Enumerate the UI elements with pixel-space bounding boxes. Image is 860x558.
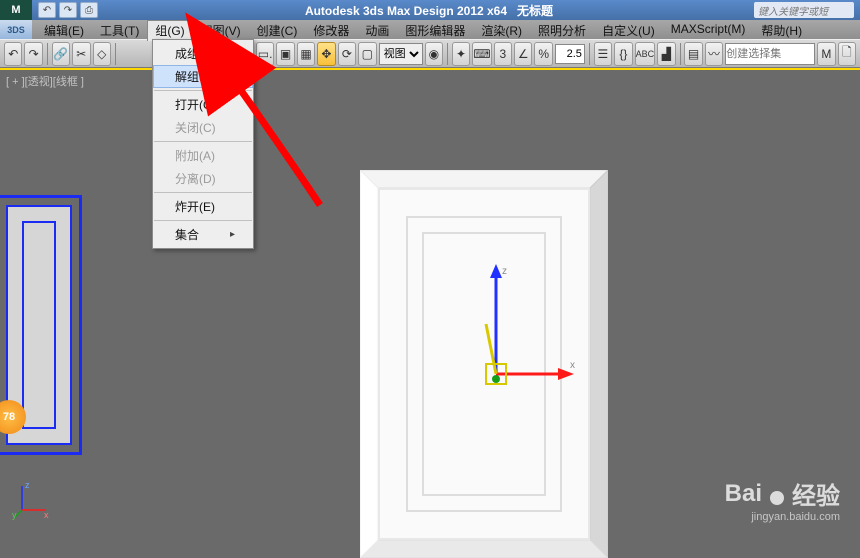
annotation-arrow (210, 45, 350, 220)
axis-x-label: x (570, 360, 575, 371)
layer-icon[interactable]: ▤ (684, 42, 702, 66)
link-button[interactable]: 🔗 (52, 42, 70, 66)
redo-button[interactable]: ↷ (24, 42, 42, 66)
viewport[interactable]: [ + ][透视][线框 ] z x (0, 68, 860, 543)
menu-item[interactable]: 帮助(H) (753, 20, 810, 41)
main-toolbar: ↶ ↷ 🔗 ✂ ◇ ▭ ▭. ▣ ▦ ✥ ⟳ ▢ 视图 ◉ ✦ ⌨ 3 ∠ % … (0, 39, 860, 68)
use-center-button[interactable]: ◉ (425, 42, 443, 66)
menu-item[interactable]: 修改器 (305, 20, 357, 41)
viewport-label[interactable]: [ + ][透视][线框 ] (6, 73, 84, 89)
percent-snap-button[interactable]: % (534, 42, 552, 66)
ref-coord-system-select[interactable]: 视图 (379, 43, 423, 65)
spinner-snap-value[interactable] (555, 44, 585, 64)
qat-btn[interactable]: ⎙ (80, 2, 98, 18)
qat-undo[interactable]: ↶ (38, 2, 56, 18)
menu-item[interactable]: 创建(C) (249, 20, 306, 41)
menu-item[interactable]: 动画 (357, 20, 397, 41)
named-sets-button[interactable]: ☰ (594, 42, 612, 66)
quick-access-toolbar: ↶ ↷ ⎙ (32, 2, 104, 18)
menu-item[interactable]: 视图(V) (193, 20, 249, 41)
qat-redo[interactable]: ↷ (59, 2, 77, 18)
material-editor-button[interactable]: M (817, 42, 835, 66)
select-scale-button[interactable]: ▢ (358, 42, 376, 66)
search-help-input[interactable]: 键入关键字或短 (754, 2, 854, 18)
snap-toggle-button[interactable]: 3 (494, 42, 512, 66)
menu-item[interactable]: 编辑(E) (36, 20, 92, 41)
menu-item[interactable]: 自定义(U) (594, 20, 663, 41)
abc-icon[interactable]: ABC (635, 42, 656, 66)
manipulate-button[interactable]: ✦ (452, 42, 470, 66)
menu-item[interactable]: MAXScript(M) (663, 20, 754, 41)
mirror-button[interactable]: ▟ (657, 42, 675, 66)
undo-button[interactable]: ↶ (4, 42, 22, 66)
paw-icon (766, 483, 788, 505)
watermark: Bai经验 jingyan.baidu.com (725, 476, 840, 523)
svg-text:x: x (44, 510, 49, 520)
angle-snap-button[interactable]: ∠ (514, 42, 532, 66)
move-gizmo[interactable]: z x (466, 264, 586, 394)
menu-separator (154, 220, 252, 221)
app-logo[interactable]: M (0, 0, 32, 20)
menu-item[interactable]: 图形编辑器 (397, 20, 473, 41)
axis-z-label: z (502, 266, 507, 277)
menu-item[interactable]: 集合▸ (153, 223, 253, 246)
svg-text:z: z (25, 480, 30, 490)
menu-item[interactable]: 组(G) (147, 20, 192, 41)
menu-bar: 3DS 编辑(E)工具(T)组(G)视图(V)创建(C)修改器动画图形编辑器渲染… (0, 20, 860, 39)
curve-editor-icon[interactable]: 〰 (705, 42, 723, 66)
bind-button[interactable]: ◇ (93, 42, 111, 66)
world-axis-icon: z x y (14, 480, 54, 525)
render-setup-button[interactable]: 🗋 (838, 42, 856, 66)
menu-item[interactable]: 照明分析 (530, 20, 594, 41)
title-bar: M ↶ ↷ ⎙ Autodesk 3ds Max Design 2012 x64… (0, 0, 860, 20)
selection-set-combo[interactable] (725, 43, 815, 65)
app-title: Autodesk 3ds Max Design 2012 x64 无标题 (104, 2, 754, 19)
edit-named-sets-button[interactable]: {} (614, 42, 632, 66)
submenu-arrow-icon: ▸ (230, 229, 235, 240)
application-button[interactable]: 3DS (0, 20, 32, 39)
keyboard-shortcut-button[interactable]: ⌨ (472, 42, 491, 66)
menu-item[interactable]: 工具(T) (92, 20, 147, 41)
unlink-button[interactable]: ✂ (72, 42, 90, 66)
svg-text:y: y (12, 510, 17, 520)
menu-item[interactable]: 渲染(R) (473, 20, 530, 41)
